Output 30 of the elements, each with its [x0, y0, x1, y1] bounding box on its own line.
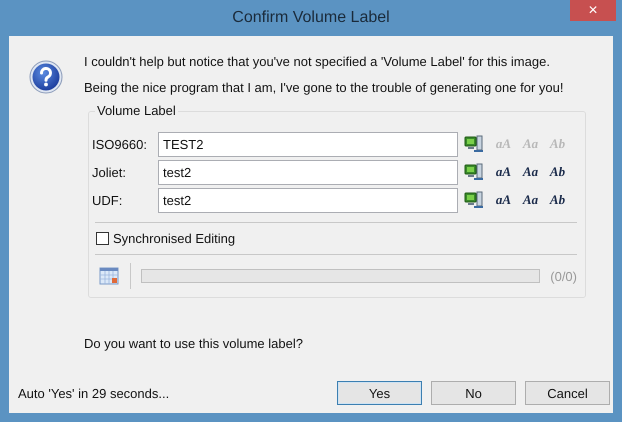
field-label: UDF:: [91, 192, 124, 208]
label-input[interactable]: test2: [158, 160, 458, 184]
message-text: Being the nice program that I am, I've gone to the trouble of generating one for you!: [84, 79, 564, 97]
checkbox-label: Synchronised Editing: [113, 231, 236, 246]
calendar-icon[interactable]: [99, 267, 119, 285]
message-text: I couldn't help but notice that you've not specified a 'Volume Label' for this image.: [84, 53, 551, 71]
window-title: Confirm Volume Label: [232, 9, 390, 27]
computer-icon[interactable]: [464, 191, 484, 209]
question-icon: [29, 60, 63, 94]
progress-count: (0/0): [550, 268, 577, 284]
case-button[interactable]: aA: [490, 164, 517, 180]
case-button[interactable]: Aa: [517, 192, 544, 208]
computer-icon[interactable]: [464, 135, 484, 153]
case-button[interactable]: aA: [490, 192, 517, 208]
case-button[interactable]: Ab: [544, 192, 571, 208]
group-title: Volume Label: [95, 103, 178, 118]
case-button[interactable]: Ab: [544, 164, 571, 180]
label-input[interactable]: TEST2: [158, 132, 458, 156]
dialog-button[interactable]: Cancel: [525, 381, 610, 405]
dialog-button[interactable]: No: [431, 381, 516, 405]
dialog-button[interactable]: Yes: [337, 381, 422, 405]
case-button[interactable]: Aa: [517, 164, 544, 180]
question-text: Do you want to use this volume label?: [84, 336, 304, 351]
checkbox[interactable]: [96, 232, 109, 245]
countdown-text: Auto 'Yes' in 29 seconds...: [18, 386, 170, 400]
computer-icon[interactable]: [464, 163, 484, 181]
close-button[interactable]: ×: [570, 0, 616, 21]
field-label: ISO9660:: [91, 136, 148, 152]
label-input[interactable]: test2: [158, 188, 458, 212]
field-label: Joliet:: [91, 164, 127, 180]
